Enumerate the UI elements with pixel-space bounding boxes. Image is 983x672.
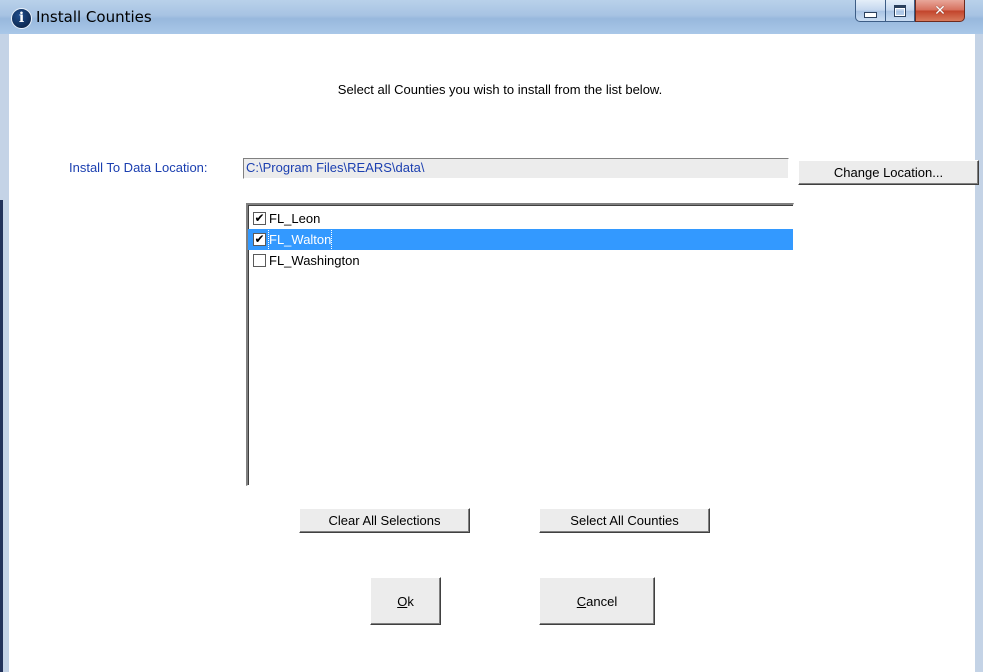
list-item[interactable]: ✔ FL_Leon [248,208,793,229]
checkmark-icon: ✔ [254,232,265,246]
minimize-button[interactable] [855,0,885,22]
window-left-frame [0,200,9,672]
county-checkbox[interactable]: ✔ [253,233,266,246]
change-location-button[interactable]: Change Location... [798,160,979,185]
county-label: FL_Leon [269,211,321,226]
maximize-button[interactable] [885,0,915,22]
list-item[interactable]: FL_Washington [248,250,793,271]
select-all-counties-button[interactable]: Select All Counties [539,508,710,533]
minimize-icon [864,11,877,18]
county-checkbox[interactable] [253,254,266,267]
maximize-icon [894,4,906,17]
checkmark-icon: ✔ [254,211,265,225]
data-location-field: C:\Program Files\REARS\data\ [243,158,789,179]
close-button[interactable]: ✕ [915,0,965,22]
window-title: Install Counties [36,8,152,26]
ok-button[interactable]: Ok [370,577,441,625]
dialog-client-area: Select all Counties you wish to install … [9,34,979,672]
county-label: FL_Walton [267,228,333,251]
info-icon: i [11,8,32,29]
clear-all-selections-button[interactable]: Clear All Selections [299,508,470,533]
data-location-label: Install To Data Location: [69,160,208,175]
instruction-text: Select all Counties you wish to install … [337,82,663,97]
window-controls: ✕ [855,0,965,22]
county-label: FL_Washington [269,253,360,268]
cancel-button[interactable]: Cancel [539,577,655,625]
close-icon: ✕ [934,2,946,19]
county-list[interactable]: ✔ FL_Leon ✔ FL_Walton FL_Washington [246,203,794,486]
county-checkbox[interactable]: ✔ [253,212,266,225]
ok-label: Ok [397,593,414,609]
list-item[interactable]: ✔ FL_Walton [248,228,793,251]
install-counties-window: i Install Counties ✕ Select all Counties… [0,0,983,672]
title-bar[interactable]: i Install Counties ✕ [0,0,983,34]
cancel-label: Cancel [576,593,618,609]
